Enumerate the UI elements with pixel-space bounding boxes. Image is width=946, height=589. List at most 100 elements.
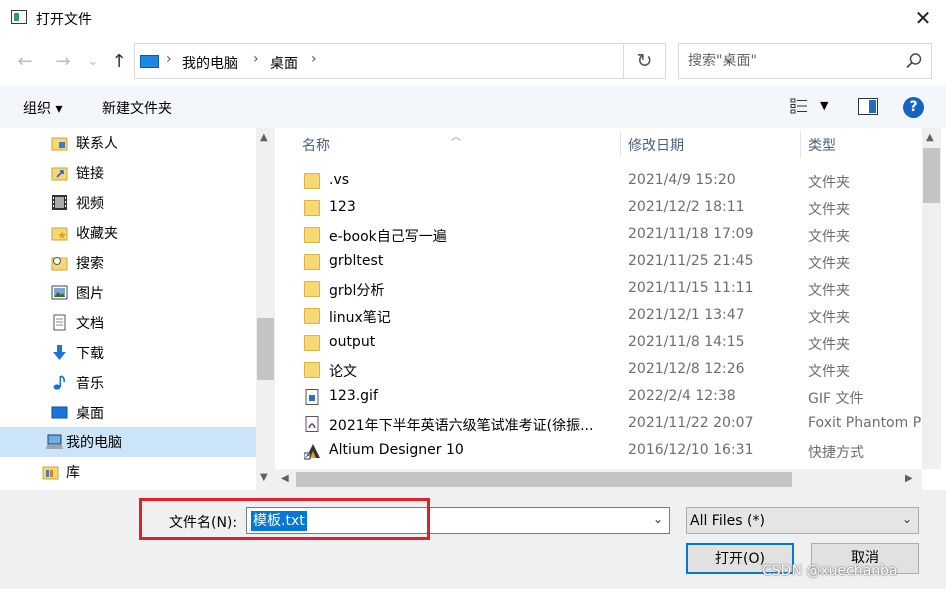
command-toolbar: 组织 ▾ 新建文件夹 ▼ ? [0, 86, 946, 128]
sidebar-item-label: 视频 [76, 196, 104, 212]
scroll-right-icon[interactable]: ▶ [905, 473, 913, 484]
sidebar-item-downloads[interactable]: 下载 [0, 338, 256, 368]
sidebar-item-my-computer[interactable]: 我的电脑 [0, 427, 256, 457]
search-icon[interactable] [905, 52, 923, 70]
view-options-icon[interactable] [790, 98, 808, 114]
horizontal-scroll-thumb[interactable] [296, 472, 792, 487]
file-row[interactable]: 2021年下半年英语六级笔试准考证(徐振... 2021/11/22 20:07… [280, 411, 921, 438]
file-row[interactable]: 123.gif 2022/2/4 12:38 GIF 文件 [280, 384, 920, 411]
sidebar-item-favorites[interactable]: 收藏夹 [0, 218, 256, 248]
sidebar-item-music[interactable]: 音乐 [0, 368, 256, 398]
file-date: 2021/11/22 20:07 [628, 415, 754, 431]
file-row[interactable]: .vs 2021/4/9 15:20 文件夹 [280, 168, 920, 195]
file-row[interactable]: Altium Designer 10 2016/12/10 16:31 快捷方式 [280, 438, 920, 465]
search-box[interactable] [678, 43, 932, 79]
column-header-type[interactable]: 类型 [808, 128, 836, 160]
chevron-down-icon[interactable]: ⌄ [902, 512, 912, 526]
up-button[interactable]: ↑ [108, 50, 130, 74]
preview-pane-icon[interactable] [858, 98, 878, 115]
sidebar-item-label: 收藏夹 [76, 226, 118, 242]
scroll-left-icon[interactable]: ◀ [281, 473, 289, 484]
file-date: 2021/11/15 11:11 [628, 280, 754, 296]
documents-icon [53, 314, 66, 331]
file-date: 2021/12/2 18:11 [628, 199, 745, 215]
file-date: 2021/12/1 13:47 [628, 307, 745, 323]
view-dropdown-icon[interactable]: ▼ [820, 99, 828, 112]
file-row[interactable]: output 2021/11/8 14:15 文件夹 [280, 330, 920, 357]
scroll-up-icon[interactable]: ▲ [926, 132, 934, 143]
file-name: 123 [329, 199, 356, 215]
file-type: GIF 文件 [808, 391, 864, 407]
file-date: 2021/11/25 21:45 [628, 253, 754, 269]
column-header-name[interactable]: 名称 [302, 128, 330, 160]
file-date: 2021/12/8 12:26 [628, 361, 745, 377]
file-row[interactable]: 论文 2021/12/8 12:26 文件夹 [280, 357, 920, 384]
file-name: output [329, 334, 376, 350]
column-divider[interactable] [620, 130, 621, 158]
file-name: 123.gif [329, 388, 378, 404]
file-type: 文件夹 [808, 229, 850, 245]
file-name: .vs [329, 172, 350, 188]
file-row[interactable]: linux笔记 2021/12/1 13:47 文件夹 [280, 303, 920, 330]
file-row[interactable]: 123 2021/12/2 18:11 文件夹 [280, 195, 920, 222]
file-list: ︿ 名称 修改日期 类型 .vs 2021/4/9 15:20 文件夹 123 … [275, 128, 946, 490]
scroll-up-icon[interactable]: ▲ [260, 132, 268, 143]
file-type: 文件夹 [808, 337, 850, 353]
organize-menu[interactable]: 组织 ▾ [23, 98, 62, 118]
breadcrumb-my-computer[interactable]: 我的电脑 [182, 53, 238, 73]
computer-icon [140, 55, 159, 68]
back-button[interactable]: ← [14, 50, 36, 74]
pdf-file-icon [305, 416, 319, 432]
sidebar-item-desktop[interactable]: 桌面 [0, 398, 256, 428]
breadcrumb-chevron-icon[interactable]: › [166, 51, 172, 67]
sidebar-item-links[interactable]: 链接 [0, 158, 256, 188]
folder-icon [304, 281, 320, 297]
download-icon [53, 345, 66, 360]
forward-button[interactable]: → [52, 50, 74, 74]
folder-icon [304, 308, 320, 324]
sidebar-item-videos[interactable]: 视频 [0, 188, 256, 218]
app-window-icon [11, 10, 27, 24]
file-date: 2021/4/9 15:20 [628, 172, 736, 188]
close-button[interactable]: ✕ [905, 4, 941, 32]
chevron-down-icon[interactable]: ⌄ [653, 512, 663, 526]
navigation-pane: 联系人 链接 视频 收藏夹 搜索 图片 文档 下载 音乐 桌面 我的电脑 库 ▲… [0, 128, 275, 490]
favorites-icon [51, 227, 68, 241]
sidebar-scroll-thumb[interactable] [257, 318, 274, 380]
file-type-filter[interactable]: All Files (*) ⌄ [686, 507, 919, 534]
sidebar-item-label: 库 [66, 465, 80, 481]
file-row[interactable]: grbltest 2021/11/25 21:45 文件夹 [280, 249, 920, 276]
file-name: linux笔记 [329, 310, 391, 326]
file-list-horizontal-scrollbar[interactable]: ◀ ▶ [275, 469, 922, 490]
refresh-button[interactable]: ↻ [624, 43, 666, 79]
file-name: Altium Designer 10 [329, 442, 464, 458]
search-input[interactable] [679, 44, 899, 78]
address-bar[interactable]: › 我的电脑 › 桌面 › ⌄ [134, 43, 734, 79]
help-icon[interactable]: ? [903, 97, 924, 118]
file-type: 快捷方式 [808, 445, 864, 461]
breadcrumb-desktop[interactable]: 桌面 [270, 53, 298, 73]
folder-icon [304, 227, 320, 243]
sidebar-scrollbar[interactable]: ▲ ▼ [256, 128, 275, 490]
file-row[interactable]: e-book自己写一遍 2021/11/18 17:09 文件夹 [280, 222, 920, 249]
sidebar-item-search[interactable]: 搜索 [0, 248, 256, 278]
navigation-bar: ← → ⌄ ↑ › 我的电脑 › 桌面 › ⌄ ↻ [0, 38, 946, 86]
sidebar-item-pictures[interactable]: 图片 [0, 278, 256, 308]
scroll-down-icon[interactable]: ▼ [260, 472, 268, 483]
recent-locations-button[interactable]: ⌄ [86, 50, 100, 74]
sidebar-item-documents[interactable]: 文档 [0, 308, 256, 338]
new-folder-button[interactable]: 新建文件夹 [102, 98, 172, 118]
file-type: 文件夹 [808, 310, 850, 326]
sidebar-item-libraries[interactable]: 库 [0, 457, 256, 487]
sidebar-item-contacts[interactable]: 联系人 [0, 128, 256, 158]
column-divider[interactable] [800, 130, 801, 158]
sidebar-item-label: 音乐 [76, 376, 104, 392]
file-list-scroll-thumb[interactable] [923, 148, 940, 203]
column-header-date[interactable]: 修改日期 [628, 128, 684, 160]
breadcrumb-chevron-icon[interactable]: › [311, 51, 317, 67]
breadcrumb-chevron-icon[interactable]: › [253, 51, 259, 67]
contacts-icon [51, 137, 68, 151]
file-row[interactable]: grbl分析 2021/11/15 11:11 文件夹 [280, 276, 920, 303]
sidebar-item-label: 链接 [76, 166, 104, 182]
file-list-vertical-scrollbar[interactable]: ▲ [922, 128, 941, 469]
